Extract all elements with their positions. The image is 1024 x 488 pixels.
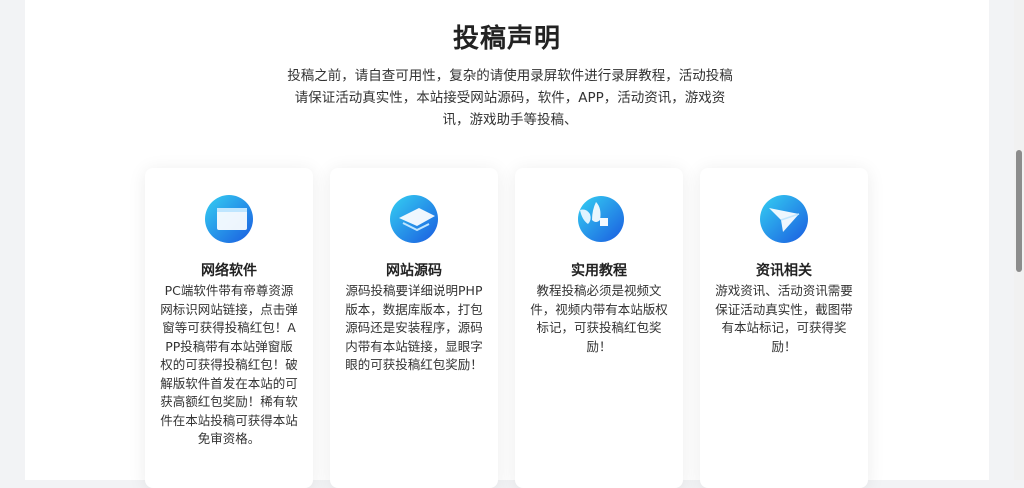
card-news[interactable]: 资讯相关 游戏资讯、活动资讯需要保证活动真实性，截图带有本站标记，可获得奖励！: [700, 168, 868, 488]
card-title: 实用教程: [571, 263, 627, 279]
card-description: 源码投稿要详细说明PHP版本，数据库版本，打包源码还是安装程序，源码内带有本站链…: [345, 283, 483, 372]
card-source-code[interactable]: 网站源码 源码投稿要详细说明PHP版本，数据库版本，打包源码还是安装程序，源码内…: [330, 168, 498, 488]
card-tutorial[interactable]: 实用教程 教程投稿必须是视频文件，视频内带有本站版权标记，可获投稿红包奖励！: [515, 168, 683, 488]
card-description: 教程投稿必须是视频文件，视频内带有本站版权标记，可获投稿红包奖励！: [530, 283, 668, 354]
book-icon: [574, 194, 624, 244]
layers-icon: [389, 194, 439, 244]
card-title: 网络软件: [201, 263, 257, 279]
section-intro: 投稿之前，请自查可用性，复杂的请使用录屏软件进行录屏教程，活动投稿请保证活动真实…: [287, 68, 733, 128]
card-description: PC端软件带有帝尊资源网标识网站链接，点击弹窗等可获得投稿红包！APP投稿带有本…: [160, 283, 298, 446]
card-software[interactable]: 网络软件 PC端软件带有帝尊资源网标识网站链接，点击弹窗等可获得投稿红包！APP…: [145, 168, 313, 488]
card-description: 游戏资讯、活动资讯需要保证活动真实性，截图带有本站标记，可获得奖励！: [715, 283, 853, 354]
scrollbar-thumb[interactable]: [1016, 150, 1022, 272]
paper-plane-icon: [759, 194, 809, 244]
window-icon: [204, 194, 254, 244]
card-title: 网站源码: [386, 263, 442, 279]
vertical-scrollbar[interactable]: [1014, 0, 1024, 480]
card-title: 资讯相关: [756, 263, 812, 279]
section-title: 投稿声明: [452, 24, 561, 54]
